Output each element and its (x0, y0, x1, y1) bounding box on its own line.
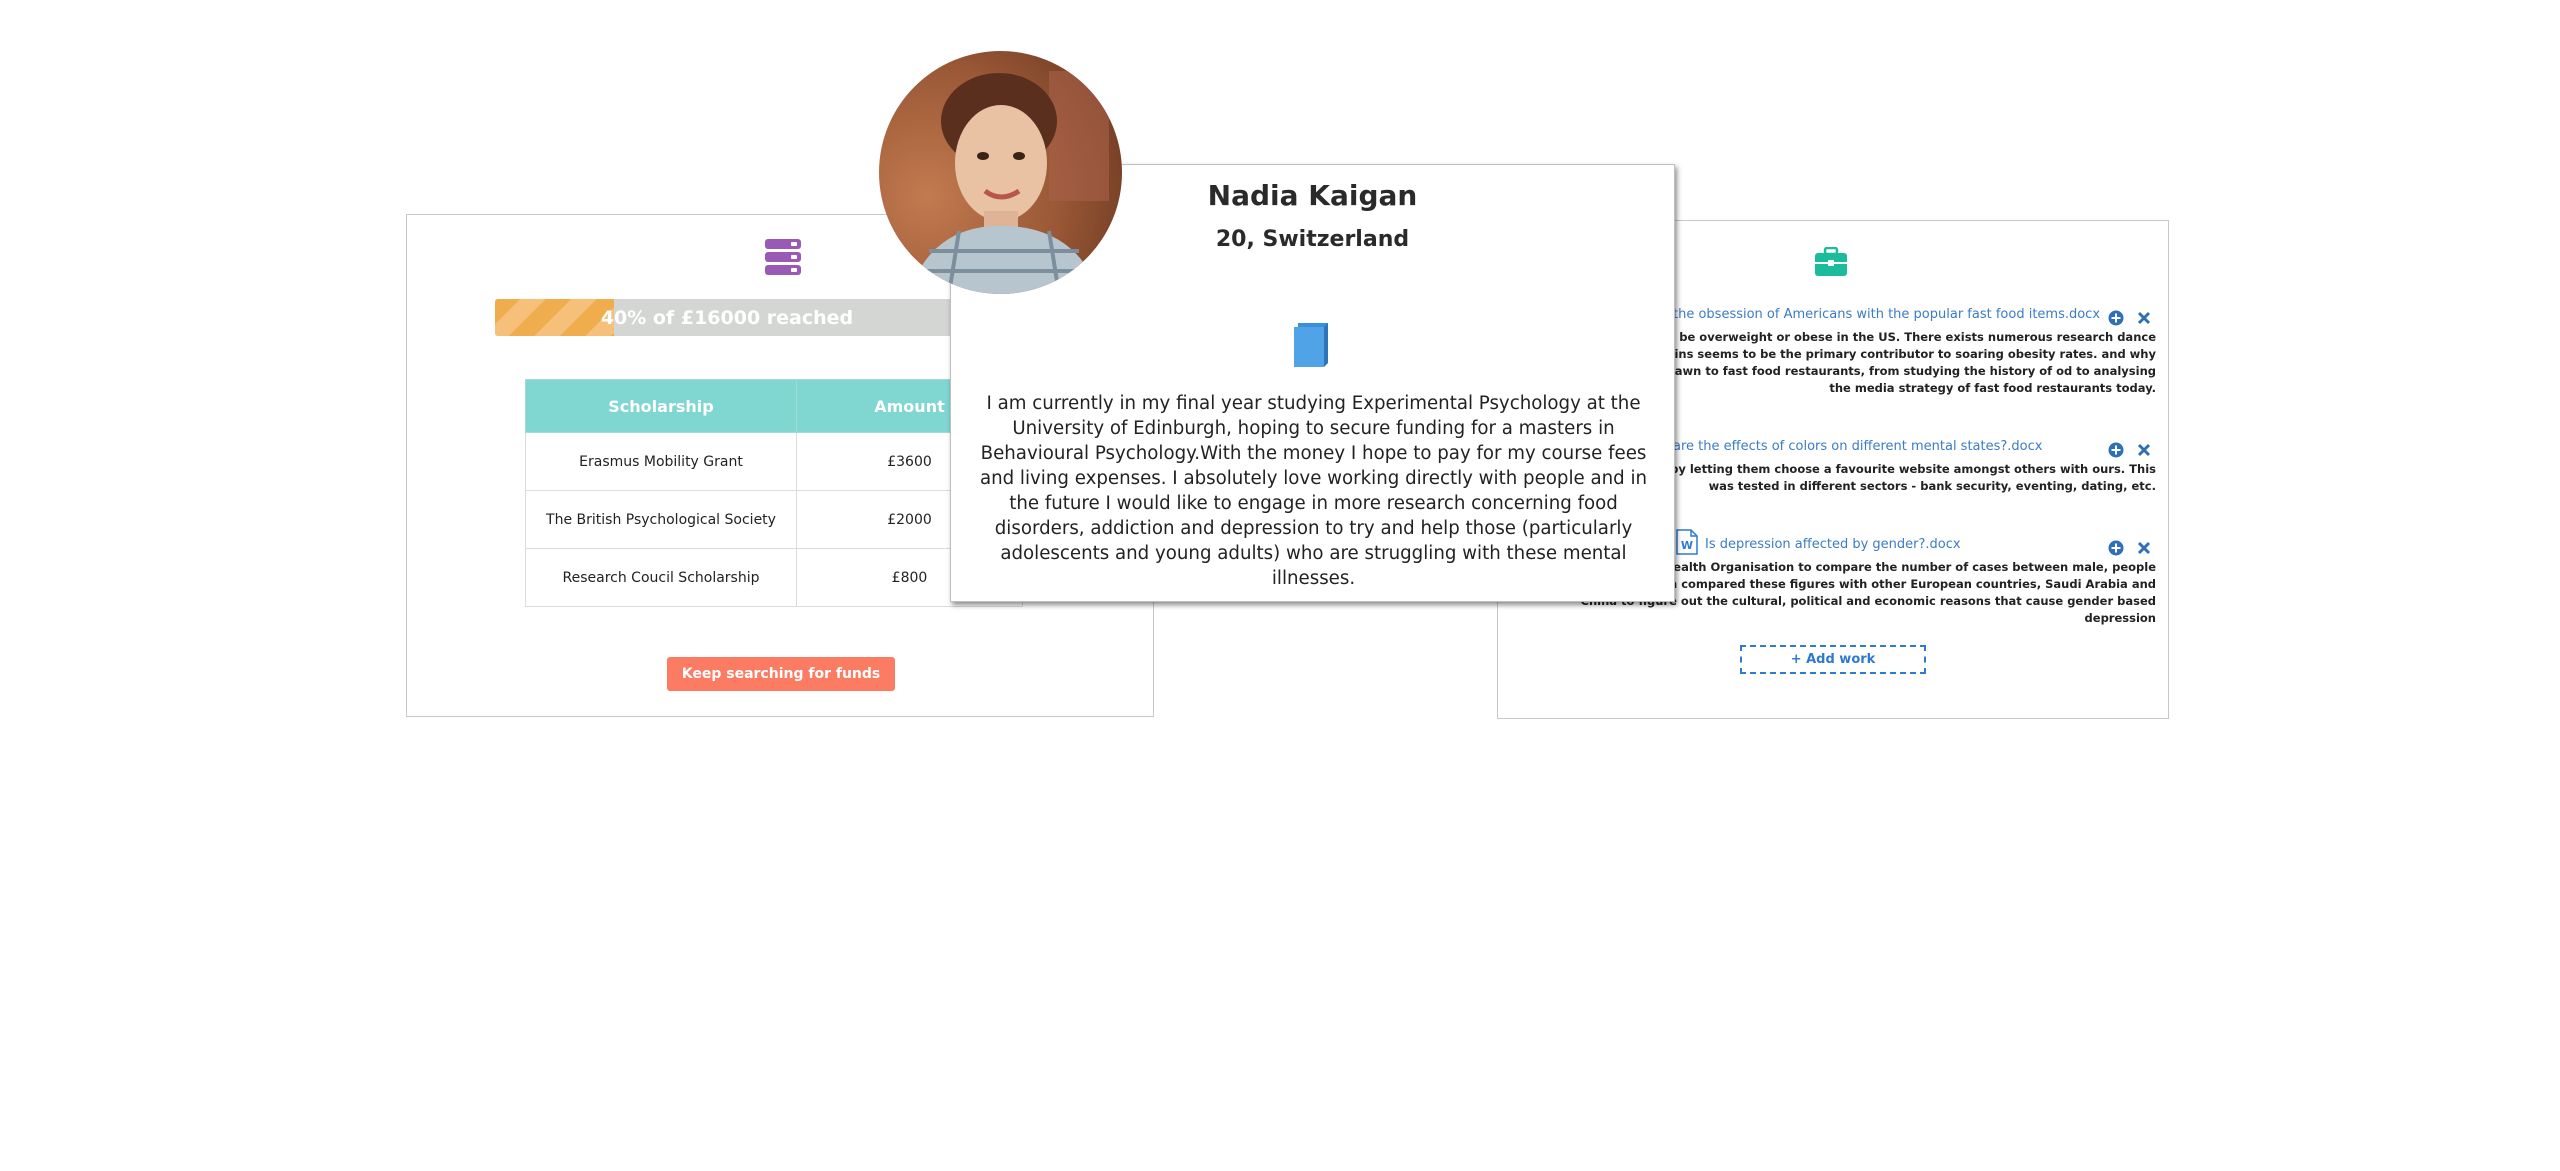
briefcase-icon (1815, 247, 1847, 276)
word-doc-icon: W (1676, 529, 1698, 555)
plus-circle-icon[interactable] (2108, 540, 2124, 556)
close-icon[interactable] (2137, 541, 2151, 555)
table-row: The British Psychological Society £2000 (525, 490, 1023, 549)
progress-label: 40% of £16000 reached (600, 306, 854, 329)
table-row: Erasmus Mobility Grant £3600 (525, 432, 1023, 491)
plus-circle-icon[interactable] (2108, 310, 2124, 326)
profile-photo (879, 51, 1122, 294)
close-icon[interactable] (2137, 443, 2151, 457)
keep-searching-button[interactable]: Keep searching for funds (667, 657, 895, 691)
book-icon (1294, 323, 1328, 367)
avatar (879, 51, 1122, 294)
add-work-button[interactable]: + Add work (1740, 645, 1926, 674)
scholarship-name: Research Coucil Scholarship (525, 548, 797, 607)
work-actions (2100, 307, 2151, 326)
scholarship-table: Scholarship Amount Erasmus Mobility Gran… (525, 379, 1023, 607)
column-header-scholarship: Scholarship (525, 379, 797, 433)
funding-progress-bar: 40% of £16000 reached (495, 299, 1015, 336)
work-title-link[interactable]: the obsession of Americans with the popu… (1673, 307, 2100, 322)
close-icon[interactable] (2137, 311, 2151, 325)
work-title-link[interactable]: Is depression affected by gender?.docx (1705, 537, 1961, 552)
profile-bio: I am currently in my final year studying… (979, 393, 1648, 589)
stack-icon (765, 239, 801, 275)
work-title-link[interactable]: are the effects of colors on different m… (1673, 439, 2042, 454)
table-header-row: Scholarship Amount (525, 379, 1023, 433)
table-row: Research Coucil Scholarship £800 (525, 548, 1023, 607)
scholarship-name: The British Psychological Society (525, 490, 797, 549)
work-actions (2100, 439, 2151, 458)
scholarship-name: Erasmus Mobility Grant (525, 432, 797, 491)
work-actions (2100, 537, 2151, 556)
plus-circle-icon[interactable] (2108, 442, 2124, 458)
svg-text:W: W (1681, 539, 1693, 552)
